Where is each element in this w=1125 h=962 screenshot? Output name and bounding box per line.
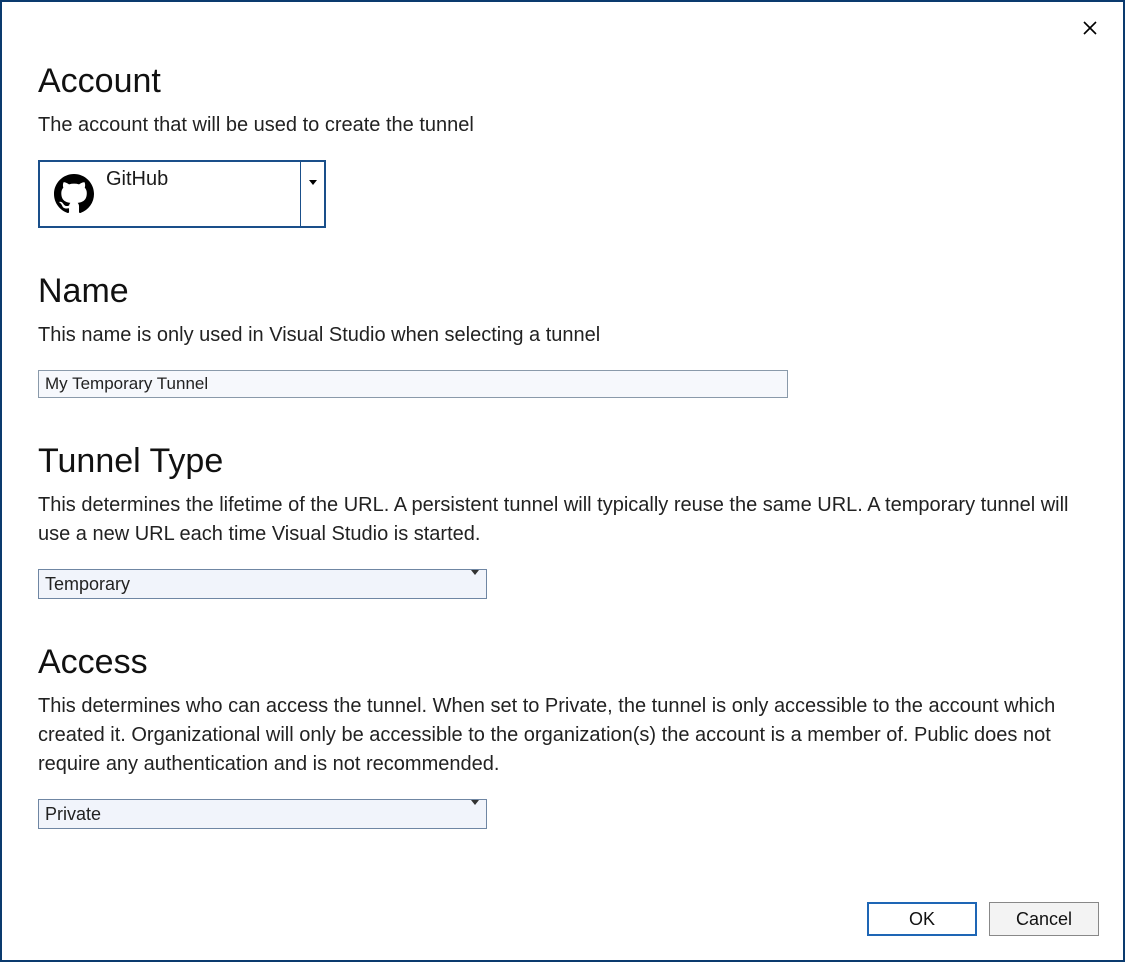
tunnel-type-heading: Tunnel Type (38, 442, 1087, 481)
account-description: The account that will be used to create … (38, 111, 1087, 140)
tunnel-type-select[interactable]: Temporary (38, 569, 487, 599)
account-picker-main[interactable]: GitHub (40, 162, 300, 226)
access-value: Private (39, 800, 464, 828)
access-heading: Access (38, 643, 1087, 682)
account-provider-label: GitHub (106, 168, 168, 191)
tunnel-type-description: This determines the lifetime of the URL.… (38, 491, 1087, 549)
close-button[interactable] (1077, 16, 1103, 42)
account-picker[interactable]: GitHub (38, 160, 326, 228)
name-heading: Name (38, 272, 1087, 311)
section-tunnel-type: Tunnel Type This determines the lifetime… (38, 442, 1087, 599)
name-input[interactable] (38, 370, 788, 398)
github-icon (50, 170, 98, 218)
chevron-down-icon (471, 575, 479, 593)
tunnel-type-value: Temporary (39, 570, 464, 598)
cancel-button[interactable]: Cancel (989, 902, 1099, 936)
account-heading: Account (38, 62, 1087, 101)
account-picker-dropdown[interactable] (300, 162, 324, 226)
access-select[interactable]: Private (38, 799, 487, 829)
chevron-down-icon (309, 185, 317, 203)
dialog-window: Account The account that will be used to… (0, 0, 1125, 962)
ok-button[interactable]: OK (867, 902, 977, 936)
dialog-footer: OK Cancel (867, 902, 1099, 936)
access-description: This determines who can access the tunne… (38, 692, 1087, 779)
close-icon (1083, 19, 1097, 39)
access-dropdown-button[interactable] (464, 800, 486, 828)
tunnel-type-dropdown-button[interactable] (464, 570, 486, 598)
section-account: Account The account that will be used to… (38, 62, 1087, 228)
chevron-down-icon (471, 805, 479, 823)
name-description: This name is only used in Visual Studio … (38, 321, 1087, 350)
dialog-content: Account The account that will be used to… (2, 2, 1123, 829)
section-access: Access This determines who can access th… (38, 643, 1087, 829)
section-name: Name This name is only used in Visual St… (38, 272, 1087, 398)
